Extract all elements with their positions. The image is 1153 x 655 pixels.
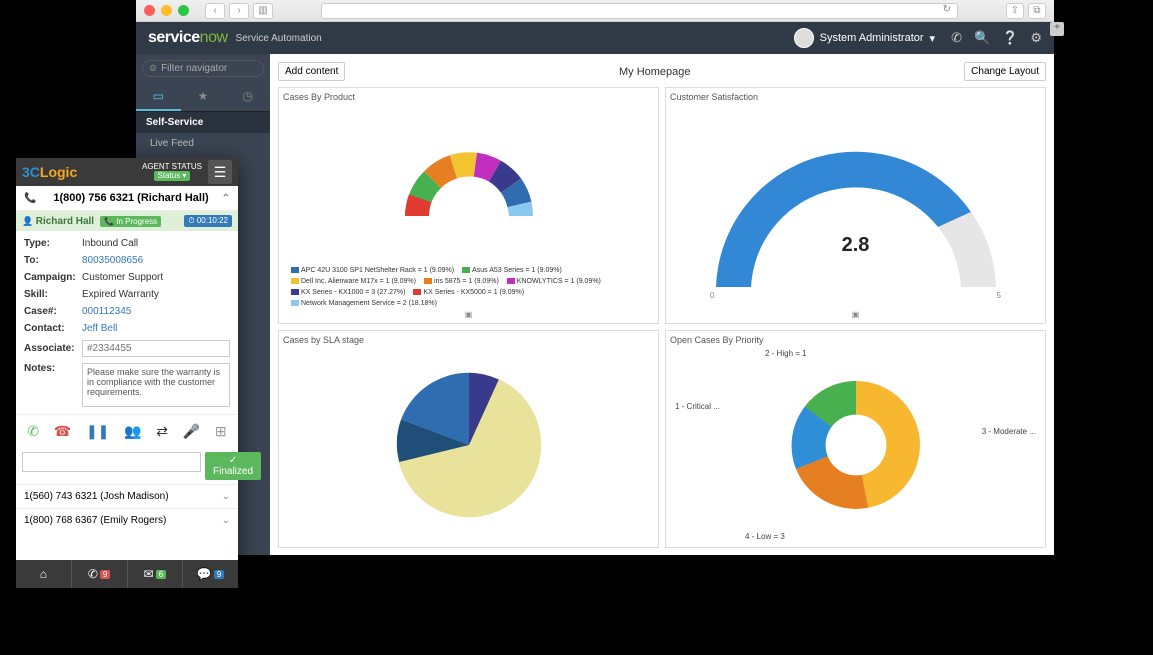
filter-navigator-input[interactable]: Filter navigator — [142, 60, 264, 77]
label-critical: 1 - Critical ... — [675, 402, 720, 411]
user-menu[interactable]: System Administrator ▾ — [794, 28, 935, 48]
panel-cases-by-product: Cases By Product — [278, 87, 659, 324]
add-content-button[interactable]: Add content — [278, 62, 345, 81]
queued-call-2[interactable]: 1(800) 768 6367 (Emily Rogers)⌄ — [16, 508, 238, 532]
browser-toolbar: ‹ › ▥ ⇧ ⧉ — [136, 0, 1054, 22]
keypad-icon[interactable]: ⊞ — [211, 421, 231, 442]
nav-tab-all[interactable]: ▭ — [136, 83, 181, 111]
notes-textarea[interactable] — [82, 363, 230, 407]
call-timer: ⏱ 00:10:22 — [184, 215, 232, 227]
maximize-window-icon[interactable] — [178, 5, 189, 16]
avatar — [794, 28, 814, 48]
sidebar-section-self-service[interactable]: Self-Service — [136, 112, 270, 133]
priority-donut-chart[interactable]: 1 - Critical ... 2 - High = 1 3 - Modera… — [670, 347, 1041, 543]
panel-collapse-icon[interactable]: ▣ — [670, 310, 1041, 319]
label-low: 4 - Low = 3 — [745, 532, 785, 541]
answer-icon[interactable]: ✆ — [23, 421, 43, 442]
change-layout-button[interactable]: Change Layout — [964, 62, 1046, 81]
call-status-badge: 📞 In Progress — [100, 216, 161, 227]
help-icon[interactable]: ❔ — [1002, 30, 1018, 46]
cti-header: 3CLogic AGENT STATUS Status ▾ ☰ — [16, 158, 238, 186]
call-fields: Type:Inbound Call To:80035008656 Campaig… — [16, 231, 238, 414]
queued-call-1[interactable]: 1(560) 743 6321 (Josh Madison)⌄ — [16, 484, 238, 508]
browser-window: ‹ › ▥ ⇧ ⧉ + servicenow Service Automatio… — [136, 0, 1054, 555]
sidebar-toggle-icon[interactable]: ▥ — [253, 3, 273, 19]
hold-icon[interactable]: ❚❚ — [82, 421, 113, 442]
disposition-input[interactable] — [22, 452, 201, 472]
phone-icon[interactable]: ✆ — [951, 30, 962, 46]
nav-tab-favorites[interactable]: ★ — [181, 83, 226, 111]
field-skill: Expired Warranty — [82, 289, 230, 300]
cases-by-product-chart[interactable] — [283, 104, 654, 264]
conference-icon[interactable]: 👥 — [120, 421, 145, 442]
gauge-min: 0 — [710, 291, 714, 300]
panel-cases-by-sla: Cases by SLA stage — [278, 330, 659, 548]
cti-logo: 3CLogic — [22, 164, 77, 180]
active-call-header[interactable]: 1(800) 756 6321 (Richard Hall) ⌃ — [16, 186, 238, 211]
homepage-main: Add content My Homepage Change Layout Ca… — [270, 54, 1054, 555]
panel-collapse-icon[interactable]: ▣ — [283, 310, 654, 319]
mute-icon[interactable]: 🎤 — [179, 421, 204, 442]
panel-open-cases-priority: Open Cases By Priority 1 - Critical ... … — [665, 330, 1046, 548]
panel-title: Cases By Product — [283, 92, 654, 102]
nav-tab-history[interactable]: ◷ — [225, 83, 270, 111]
label-moderate: 3 - Moderate ... — [982, 427, 1036, 436]
servicenow-logo: servicenow — [148, 29, 228, 47]
minimize-window-icon[interactable] — [161, 5, 172, 16]
url-bar[interactable] — [321, 3, 958, 19]
hangup-icon[interactable]: ☎ — [50, 421, 75, 442]
sla-pie-chart[interactable] — [283, 347, 654, 543]
chevron-down-icon: ⌄ — [222, 491, 230, 502]
panel-title: Cases by SLA stage — [283, 335, 654, 345]
servicenow-header: servicenow Service Automation System Adm… — [136, 22, 1054, 54]
active-call-number: 1(800) 756 6321 (Richard Hall) — [53, 192, 208, 204]
field-to[interactable]: 80035008656 — [82, 255, 230, 266]
panel-title: Open Cases By Priority — [670, 335, 1041, 345]
transfer-icon[interactable]: ⇄ — [152, 421, 172, 442]
finalize-button[interactable]: Finalized — [205, 452, 261, 480]
field-contact[interactable]: Jeff Bell — [82, 323, 230, 334]
chevron-down-icon: ▾ — [930, 32, 936, 45]
status-badge: Status ▾ — [154, 171, 191, 181]
sidebar-item-live-feed[interactable]: Live Feed — [136, 133, 270, 154]
agent-status[interactable]: AGENT STATUS Status ▾ — [142, 163, 202, 181]
calls-icon[interactable]: ✆9 — [72, 560, 128, 588]
field-case[interactable]: 000112345 — [82, 306, 230, 317]
contact-name[interactable]: Richard Hall — [22, 216, 94, 227]
chevron-down-icon: ⌄ — [222, 515, 230, 526]
panel-customer-satisfaction: Customer Satisfaction 2.8 0 5 ▣ — [665, 87, 1046, 324]
associate-input[interactable] — [82, 340, 230, 357]
share-icon[interactable]: ⇧ — [1006, 3, 1024, 19]
customer-satisfaction-gauge[interactable]: 2.8 0 5 — [670, 104, 1041, 310]
user-name: System Administrator — [820, 32, 924, 44]
cti-panel: 3CLogic AGENT STATUS Status ▾ ☰ 1(800) 7… — [16, 158, 238, 588]
gear-icon[interactable]: ⚙ — [1030, 30, 1042, 46]
forward-button[interactable]: › — [229, 3, 249, 19]
field-type: Inbound Call — [82, 238, 230, 249]
page-title: My Homepage — [345, 66, 964, 78]
call-controls: ✆ ☎ ❚❚ 👥 ⇄ 🎤 ⊞ — [16, 414, 238, 448]
mail-icon[interactable]: ✉6 — [128, 560, 184, 588]
chevron-up-icon: ⌃ — [222, 193, 230, 204]
new-tab-button[interactable]: + — [1050, 22, 1064, 36]
gauge-max: 5 — [997, 291, 1001, 300]
contact-bar: Richard Hall 📞 In Progress ⏱ 00:10:22 — [16, 211, 238, 231]
back-button[interactable]: ‹ — [205, 3, 225, 19]
cti-footer: ⌂ ✆9 ✉6 💬9 — [16, 560, 238, 588]
product-subtitle: Service Automation — [236, 33, 322, 44]
tabs-icon[interactable]: ⧉ — [1028, 3, 1046, 19]
panel-title: Customer Satisfaction — [670, 92, 1041, 102]
field-campaign: Customer Support — [82, 272, 230, 283]
traffic-lights — [144, 5, 189, 16]
cases-by-product-legend: APC 42U 3100 SP1 NetShelter Rack = 1 (9.… — [283, 264, 654, 310]
chat-icon[interactable]: 💬9 — [183, 560, 238, 588]
search-icon[interactable]: 🔍 — [974, 30, 990, 46]
home-icon[interactable]: ⌂ — [16, 560, 72, 588]
close-window-icon[interactable] — [144, 5, 155, 16]
label-high: 2 - High = 1 — [765, 349, 807, 358]
menu-icon[interactable]: ☰ — [208, 160, 232, 184]
gauge-value: 2.8 — [842, 234, 870, 257]
